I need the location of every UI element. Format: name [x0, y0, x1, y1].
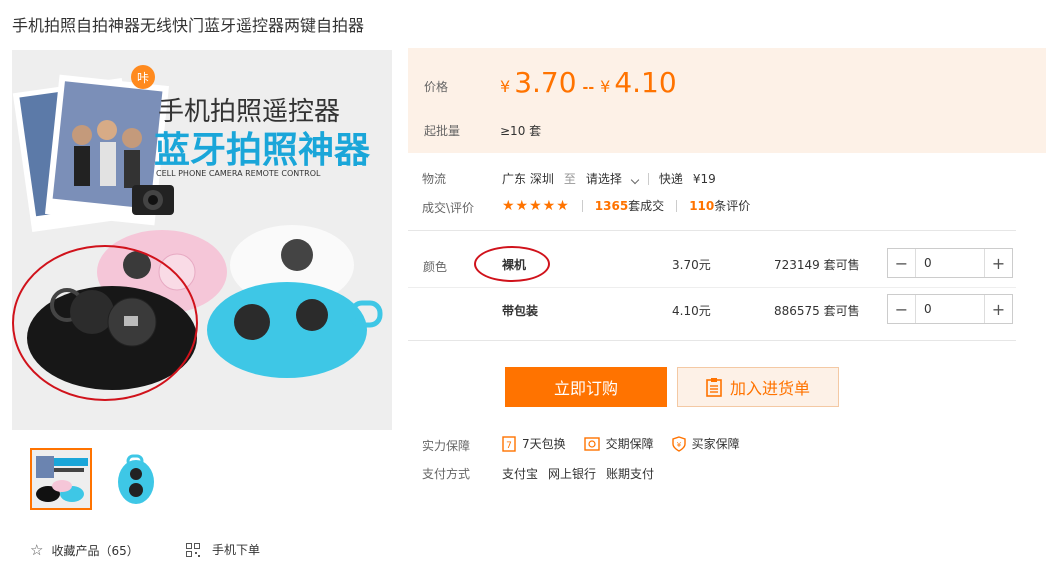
destination-select[interactable]: 请选择 [585, 170, 640, 187]
guarantee-7day-label: 7天包换 [522, 437, 566, 451]
guarantee-delivery-label: 交期保障 [605, 437, 654, 451]
rating-row: 成交\评价 ★★★★★ 1365套成交 110条评价 [408, 193, 1046, 221]
price-label: 价格 [424, 80, 449, 94]
divider [581, 199, 583, 212]
annotation-circle-sku [474, 246, 550, 282]
svg-text:7: 7 [506, 441, 512, 451]
banner-tag: 咔 [131, 65, 155, 89]
sku-stock: 886575 套可售 [774, 304, 860, 318]
deals-suffix: 套成交 [628, 199, 665, 213]
quantity-stepper: − 0 + [887, 294, 1013, 324]
section-divider [408, 230, 1016, 231]
quantity-input[interactable]: 0 [916, 295, 984, 323]
payment-alipay[interactable]: 支付宝 [502, 465, 538, 482]
guarantee-delivery[interactable]: 交期保障 [583, 435, 654, 452]
reviews-count-link[interactable]: 110条评价 [689, 197, 750, 214]
banner-caption: CELL PHONE CAMERA REMOTE CONTROL [156, 169, 321, 178]
shield-icon: ¥ [671, 435, 686, 452]
payment-credit[interactable]: 账期支付 [606, 465, 654, 482]
clipboard-icon [706, 378, 722, 397]
logistics-origin: 广东 深圳 [502, 172, 554, 186]
logistics-label: 物流 [422, 172, 447, 186]
reviews-count: 110 [689, 199, 715, 213]
logistics-to: 至 [563, 172, 576, 186]
price-low: 3.70 [514, 66, 577, 99]
qr-code-icon [186, 542, 200, 557]
deals-count: 1365 [594, 199, 629, 213]
moq-value: ≥10 套 [500, 124, 542, 138]
guarantee-row: 实力保障 7 7天包换 交期保障 ¥ 买家保障 [408, 433, 1008, 457]
thumbnail-2[interactable] [106, 448, 168, 510]
quantity-input[interactable]: 0 [916, 249, 984, 277]
payment-label: 支付方式 [422, 467, 471, 481]
favorite-product[interactable]: ☆ 收藏产品（65） [30, 541, 139, 559]
rating-label: 成交\评价 [422, 201, 475, 215]
price-high: 4.10 [614, 66, 677, 99]
guarantee-7day[interactable]: 7 7天包换 [502, 435, 566, 452]
product-title: 手机拍照自拍神器无线快门蓝牙遥控器两键自拍器 [12, 16, 365, 35]
add-to-cart-label: 加入进货单 [729, 379, 810, 398]
decrease-button[interactable]: − [888, 249, 916, 277]
delivery-clock-icon [583, 436, 600, 451]
payment-row: 支付方式 支付宝 网上银行 账期支付 [408, 461, 1008, 485]
payment-online-bank[interactable]: 网上银行 [548, 465, 596, 482]
add-to-cart-button[interactable]: 加入进货单 [677, 367, 839, 407]
guarantee-buyer[interactable]: ¥ 买家保障 [671, 435, 740, 452]
increase-button[interactable]: + [984, 295, 1012, 323]
price-range: ¥ 3.70 -- ¥ 4.10 [500, 66, 677, 99]
favorite-label: 收藏产品（65） [51, 543, 139, 558]
section-divider [408, 340, 1016, 341]
divider [647, 172, 649, 185]
logistics-row: 物流 广东 深圳 至 请选择 快递 ¥19 [408, 164, 1046, 192]
price-separator: -- [582, 80, 595, 96]
chevron-down-icon [630, 175, 640, 185]
moq-label: 起批量 [424, 124, 461, 138]
mobile-order-label: 手机下单 [212, 543, 261, 557]
star-rating-icon: ★★★★★ [502, 197, 570, 214]
reviews-suffix: 条评价 [714, 199, 751, 213]
decrease-button[interactable]: − [888, 295, 916, 323]
camera-icon [132, 185, 174, 215]
increase-button[interactable]: + [984, 249, 1012, 277]
banner-line2: 蓝牙拍照神器 [154, 130, 371, 171]
buy-now-button[interactable]: 立即订购 [505, 367, 667, 407]
banner-tag-text: 咔 [137, 71, 149, 85]
sku-price: 4.10元 [672, 304, 711, 318]
guarantee-label: 实力保障 [422, 439, 471, 453]
seven-day-icon: 7 [502, 435, 516, 452]
sku-stock: 723149 套可售 [774, 258, 860, 272]
sku-name: 带包装 [502, 304, 539, 318]
banner-line1: 手机拍照遥控器 [158, 97, 340, 127]
shipping-method: 快递 [658, 172, 683, 186]
divider [676, 199, 678, 212]
currency-low: ¥ [500, 77, 511, 96]
sku-price: 3.70元 [672, 258, 711, 272]
svg-text:¥: ¥ [676, 441, 681, 449]
guarantee-buyer-label: 买家保障 [691, 437, 740, 451]
deals-count-link[interactable]: 1365套成交 [595, 197, 664, 214]
mobile-order[interactable]: 手机下单 [186, 541, 260, 558]
quantity-stepper: − 0 + [887, 248, 1013, 278]
sku-row: 带包装 4.10元 886575 套可售 − 0 + [408, 287, 1016, 331]
star-outline-icon: ☆ [30, 541, 44, 559]
currency-high: ¥ [600, 77, 611, 96]
price-box: 价格 ¥ 3.70 -- ¥ 4.10 起批量 ≥10 套 [408, 48, 1046, 153]
shipping-fee: ¥19 [692, 171, 716, 186]
destination-label: 请选择 [585, 172, 622, 186]
annotation-circle-image [12, 245, 198, 401]
thumbnail-1[interactable] [30, 448, 92, 510]
